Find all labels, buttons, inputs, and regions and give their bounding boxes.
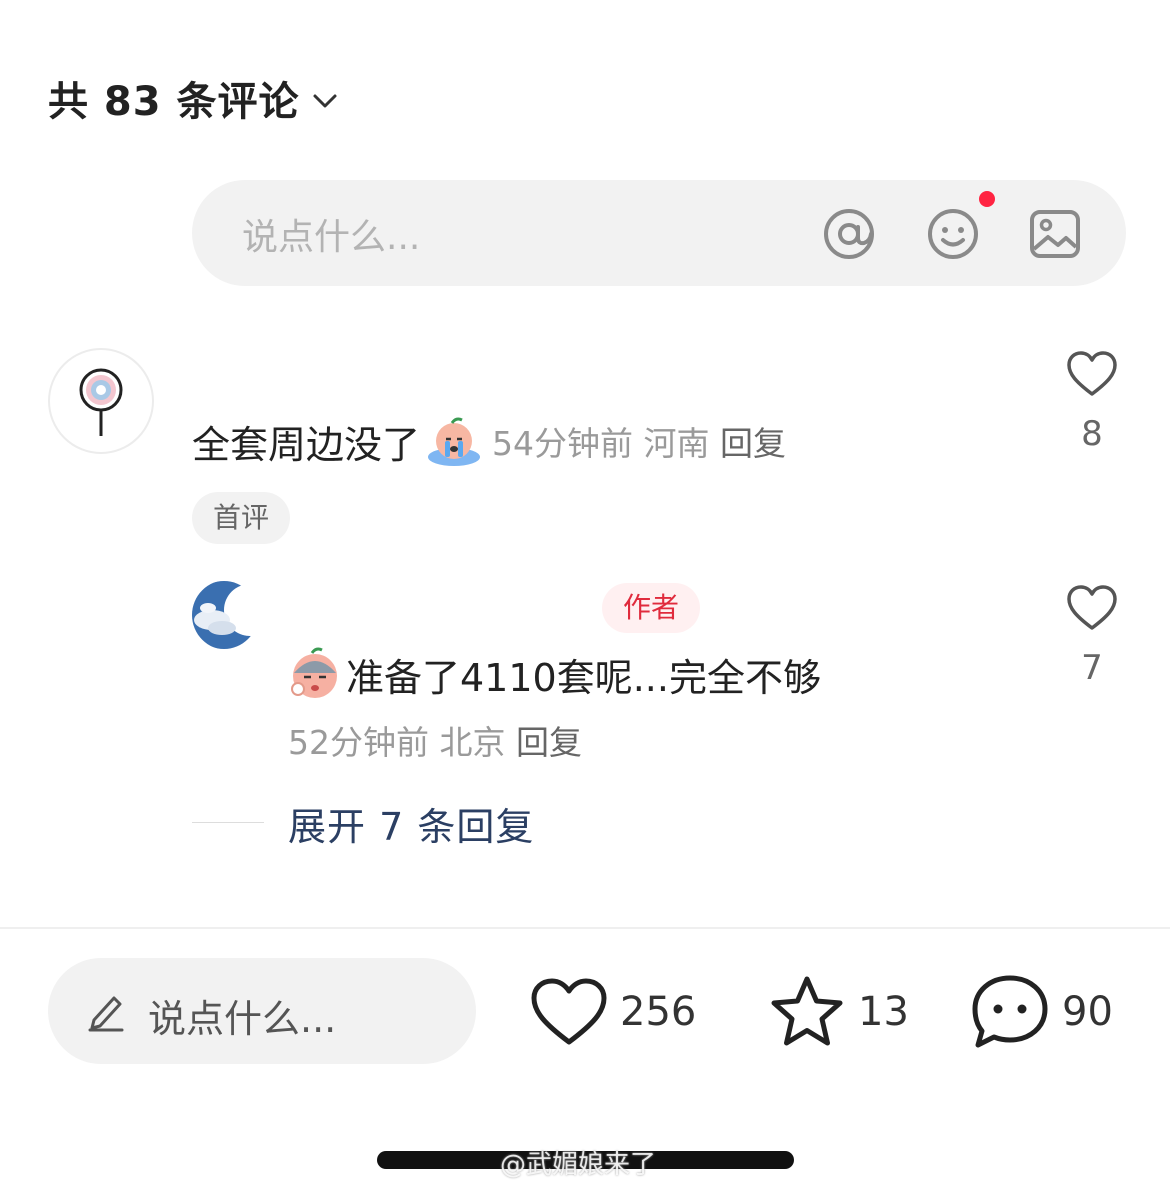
comment-text: 准备了4110套呢...完全不够 bbox=[346, 655, 821, 700]
like-count: 7 bbox=[1081, 648, 1103, 688]
emoji-icon[interactable] bbox=[926, 207, 980, 261]
pencil-icon bbox=[88, 996, 124, 1032]
mention-icon[interactable] bbox=[822, 207, 876, 261]
comment-row[interactable]: 全套周边没了 54分钟前 河南 回复 bbox=[192, 414, 786, 468]
comment-button[interactable]: 90 bbox=[970, 972, 1113, 1052]
comment-input-bar[interactable]: 说点什么... bbox=[192, 180, 1126, 286]
heart-icon bbox=[1067, 351, 1117, 396]
bottom-comment-input[interactable]: 说点什么... bbox=[48, 958, 476, 1064]
heart-icon bbox=[531, 978, 607, 1045]
lollipop-avatar-image bbox=[79, 368, 123, 436]
sleepy-emoji-icon bbox=[291, 647, 337, 698]
comment-location: 河南 bbox=[643, 424, 710, 463]
section-divider bbox=[0, 927, 1170, 929]
notification-dot bbox=[979, 191, 995, 207]
star-icon bbox=[771, 976, 843, 1046]
sky-avatar-image bbox=[192, 580, 262, 650]
crying-emoji-icon bbox=[428, 417, 481, 466]
expand-divider bbox=[192, 822, 264, 823]
comment-time: 52分钟前 bbox=[288, 723, 429, 762]
post-like-count: 256 bbox=[620, 989, 697, 1035]
comment-bubble-icon bbox=[972, 975, 1048, 1048]
reply-row[interactable]: 准备了4110套呢...完全不够 bbox=[288, 646, 821, 702]
post-like-button[interactable]: 256 bbox=[530, 972, 696, 1052]
favorite-button[interactable]: 13 bbox=[768, 972, 909, 1052]
comment-count: 90 bbox=[1062, 989, 1113, 1035]
reply-button[interactable]: 回复 bbox=[516, 723, 582, 762]
heart-icon bbox=[1067, 585, 1117, 630]
comment-text: 全套周边没了 bbox=[192, 422, 421, 467]
favorite-count: 13 bbox=[858, 989, 909, 1035]
comment-count-title: 共 83 条评论 bbox=[48, 79, 300, 125]
bottom-input-placeholder: 说点什么... bbox=[148, 997, 337, 1041]
reply-button[interactable]: 回复 bbox=[720, 424, 786, 463]
expand-replies-link[interactable]: 展开 7 条回复 bbox=[288, 796, 534, 851]
comment-input-placeholder: 说点什么... bbox=[242, 217, 421, 258]
avatar[interactable] bbox=[48, 348, 154, 454]
comments-header[interactable]: 共 83 条评论 bbox=[48, 70, 338, 126]
like-count: 8 bbox=[1081, 414, 1103, 454]
comment-meta: 52分钟前 北京 回复 bbox=[288, 718, 582, 768]
comment-location: 北京 bbox=[439, 723, 506, 762]
watermark: @武媚娘来了 bbox=[500, 1150, 657, 1180]
chevron-down-icon bbox=[313, 94, 337, 108]
first-comment-badge: 首评 bbox=[192, 492, 290, 544]
like-button[interactable]: 8 bbox=[1052, 350, 1132, 454]
author-badge: 作者 bbox=[602, 583, 700, 633]
comment-time: 54分钟前 bbox=[492, 424, 634, 463]
comment-meta: 54分钟前 河南 回复 bbox=[492, 417, 786, 465]
image-icon[interactable] bbox=[1028, 207, 1082, 261]
avatar[interactable] bbox=[192, 580, 262, 650]
like-button[interactable]: 7 bbox=[1052, 584, 1132, 688]
